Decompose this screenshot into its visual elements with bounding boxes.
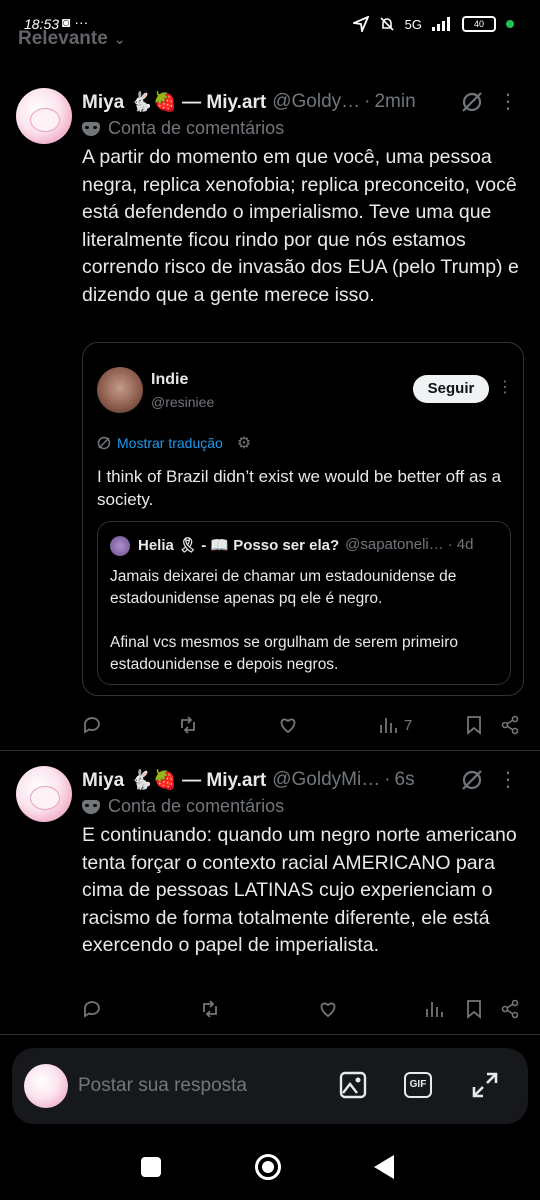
gear-icon[interactable]: ⚙	[237, 433, 251, 453]
grok-icon[interactable]	[460, 90, 484, 114]
system-icons: 5G 40	[352, 16, 514, 32]
translate-icon	[97, 436, 111, 450]
embed-avatar[interactable]	[97, 367, 143, 413]
share-icon	[501, 715, 519, 735]
quote-author-handle: @sapatoneli…	[345, 536, 444, 553]
status-bar: 18:53 ◙ ··· 5G 40 Relevante ⌄	[0, 0, 540, 52]
mask-icon	[82, 121, 100, 136]
reply-input[interactable]	[78, 1072, 308, 1100]
post-header: Miya 🐇🍓 — Miy.art @Goldy… · 2min	[82, 88, 522, 116]
post-text: A partir do momento em que você, uma pes…	[82, 146, 519, 306]
comment-account-label: Conta de comentários	[82, 796, 284, 817]
comment-account-text: Conta de comentários	[108, 118, 285, 138]
quote-text: Jamais deixarei de chamar um estadounide…	[110, 568, 459, 673]
post-time[interactable]: 2min	[374, 91, 415, 113]
quoted-post[interactable]: Helia 🎗 - 📖 Posso ser ela? @sapatoneli… …	[97, 521, 511, 685]
gif-button[interactable]: GIF	[404, 1072, 432, 1098]
avatar[interactable]	[16, 88, 72, 144]
reply-button[interactable]	[82, 994, 102, 1024]
post-text: E continuando: quando um negro norte ame…	[82, 824, 517, 956]
follow-button[interactable]: Seguir	[413, 375, 489, 403]
like-icon	[320, 1002, 336, 1018]
comment-account-text: Conta de comentários	[108, 796, 285, 816]
views-icon	[380, 718, 397, 733]
sort-label: Relevante	[18, 28, 108, 49]
expand-icon[interactable]	[470, 1070, 500, 1100]
translate-link[interactable]: Mostrar tradução ⚙	[97, 433, 251, 453]
like-button[interactable]	[318, 994, 338, 1024]
location-icon	[352, 16, 369, 32]
share-icon	[501, 999, 519, 1019]
author-handle[interactable]: @Goldy…	[272, 91, 360, 113]
home-button[interactable]	[255, 1154, 281, 1180]
reply-icon	[84, 1001, 100, 1018]
reply-post[interactable]: Miya 🐇🍓 — Miy.art @Goldy… · 2min ⋮ Conta…	[0, 88, 540, 748]
reply-post[interactable]: Miya 🐇🍓 — Miy.art @GoldyMi… · 6s ⋮ Conta…	[0, 766, 540, 1026]
reply-icon	[84, 717, 100, 734]
views-button[interactable]	[424, 994, 444, 1024]
separator: ·	[384, 769, 391, 790]
more-icon[interactable]: ⋮	[498, 768, 518, 792]
sort-dropdown[interactable]: Relevante ⌄	[18, 28, 126, 50]
author-handle[interactable]: @GoldyMi…	[272, 769, 380, 791]
repost-button[interactable]	[200, 994, 220, 1024]
system-nav-bar	[0, 1136, 540, 1200]
avatar[interactable]	[16, 766, 72, 822]
comment-account-label: Conta de comentários	[82, 118, 284, 139]
embed-author-name[interactable]: Indie	[151, 371, 188, 389]
quote-author-name: Helia 🎗 - 📖 Posso ser ela?	[138, 537, 340, 554]
mask-icon	[82, 799, 100, 814]
grok-icon[interactable]	[460, 768, 484, 792]
separator: ·	[364, 91, 371, 112]
more-icon[interactable]: ⋮	[498, 90, 518, 114]
battery-icon: 40	[462, 16, 496, 32]
back-button[interactable]	[374, 1155, 394, 1179]
reply-composer: GIF	[12, 1048, 528, 1124]
translate-label[interactable]: Mostrar tradução	[117, 435, 223, 451]
embed-more-icon[interactable]: ⋮	[497, 377, 513, 397]
privacy-dot	[506, 20, 514, 28]
quote-header: Helia 🎗 - 📖 Posso ser ela? @sapatoneli… …	[138, 536, 473, 554]
repost-button[interactable]	[178, 710, 198, 740]
bookmark-icon	[467, 716, 481, 735]
like-button[interactable]	[278, 710, 298, 740]
quote-avatar	[110, 536, 130, 556]
signal-icon	[432, 17, 450, 31]
views-count: 7	[404, 716, 413, 734]
post-time[interactable]: 6s	[395, 769, 415, 791]
bookmark-button[interactable]	[464, 994, 484, 1024]
repost-icon	[203, 1000, 217, 1018]
action-bar	[82, 994, 522, 1024]
views-button[interactable]: 7	[378, 710, 412, 740]
post-header: Miya 🐇🍓 — Miy.art @GoldyMi… · 6s	[82, 766, 522, 794]
composer-avatar	[24, 1064, 68, 1108]
views-icon	[426, 1002, 443, 1017]
quote-time: 4d	[456, 536, 474, 553]
separator: ·	[447, 536, 453, 553]
embed-author-handle[interactable]: @resiniee	[151, 394, 214, 410]
embed-text: I think of Brazil didn’t exist we would …	[97, 467, 502, 509]
share-button[interactable]	[500, 710, 520, 740]
image-icon[interactable]	[338, 1070, 368, 1100]
bookmark-icon	[467, 1000, 481, 1019]
divider	[0, 750, 540, 751]
recents-button[interactable]	[141, 1157, 161, 1177]
chevron-down-icon: ⌄	[113, 31, 126, 47]
author-name[interactable]: Miya 🐇🍓 — Miy.art	[82, 90, 266, 114]
repost-icon	[181, 716, 195, 734]
reply-button[interactable]	[82, 710, 102, 740]
like-icon	[280, 718, 296, 734]
divider	[0, 1034, 540, 1035]
bookmark-button[interactable]	[464, 710, 484, 740]
action-bar: 7	[82, 710, 522, 740]
embedded-post[interactable]: Indie @resiniee Seguir ⋮ Mostrar traduçã…	[82, 342, 524, 696]
mute-icon	[380, 17, 394, 31]
network-label: 5G	[404, 16, 422, 32]
share-button[interactable]	[500, 994, 520, 1024]
author-name[interactable]: Miya 🐇🍓 — Miy.art	[82, 768, 266, 792]
